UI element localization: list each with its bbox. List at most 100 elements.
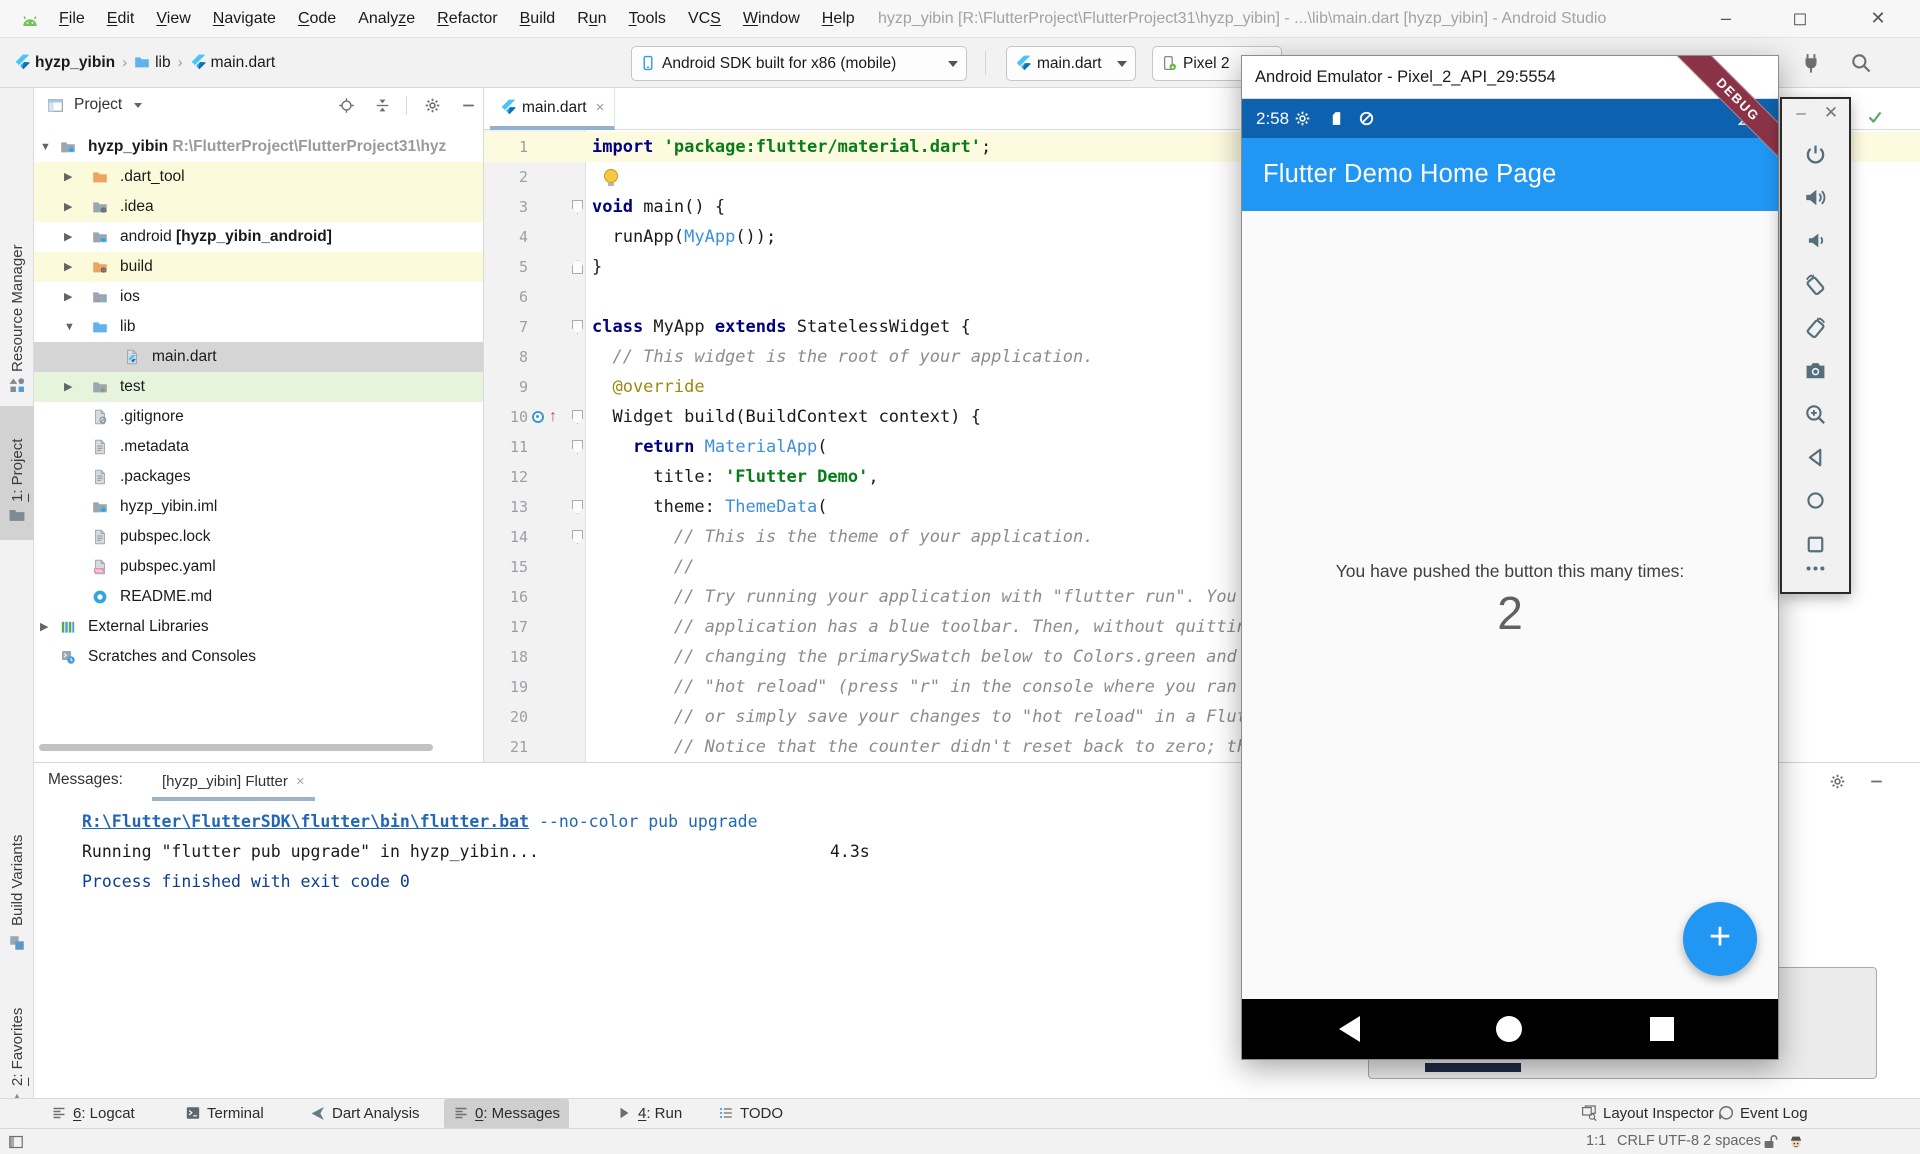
hide-panel-icon[interactable]	[1868, 773, 1885, 790]
back-button[interactable]	[1804, 446, 1827, 469]
status-utf-8[interactable]: UTF-8	[1658, 1129, 1699, 1154]
menu-window[interactable]: Window	[732, 0, 811, 38]
tree-item-build[interactable]: ▶build	[34, 252, 484, 282]
override-marker-icon[interactable]	[532, 411, 544, 423]
menu-vcs[interactable]: VCS	[677, 0, 732, 38]
tree-item-readme-md[interactable]: README.md	[34, 582, 484, 612]
menu-help[interactable]: Help	[811, 0, 866, 38]
tree-item-main-dart[interactable]: main.dart	[34, 342, 484, 372]
chevron-collapsed-icon[interactable]: ▶	[64, 372, 72, 402]
fab-add-button[interactable]: +	[1683, 902, 1757, 976]
fold-marker-icon[interactable]	[572, 410, 583, 424]
stripe-build-variants[interactable]: Build Variants	[0, 800, 34, 926]
window-maximize-icon[interactable]: ◻	[1778, 0, 1822, 38]
toolwindow-button-4-run[interactable]: 4: Run	[607, 1099, 691, 1129]
menu-analyze[interactable]: Analyze	[347, 0, 426, 38]
minimize-icon[interactable]: –	[1790, 103, 1812, 125]
menu-tools[interactable]: Tools	[618, 0, 677, 38]
tree-item-hyzp-yibin-iml[interactable]: hyzp_yibin.iml	[34, 492, 484, 522]
flutter-bat-link[interactable]: R:\Flutter\FlutterSDK\flutter\bin\flutte…	[82, 812, 529, 831]
screenshot-button[interactable]	[1804, 359, 1827, 382]
project-panel-title[interactable]: Project	[74, 88, 122, 122]
toolwindow-button-6-logcat[interactable]: 6: Logcat	[42, 1099, 144, 1129]
menu-refactor[interactable]: Refactor	[426, 0, 508, 38]
overview-button[interactable]	[1804, 533, 1827, 556]
tree-item-hyzp-yibin[interactable]: ▼hyzp_yibin R:\FlutterProject\FlutterPro…	[34, 132, 484, 162]
device-selector-dropdown[interactable]: Android SDK built for x86 (mobile)	[631, 46, 967, 81]
close-icon[interactable]: ✕	[1820, 103, 1842, 125]
toolwindow-toggle-icon[interactable]	[8, 1134, 24, 1150]
breadcrumb-lib[interactable]: lib	[134, 54, 171, 71]
chevron-expanded-icon[interactable]: ▼	[40, 132, 51, 162]
search-everywhere-icon[interactable]	[1850, 52, 1872, 74]
menu-code[interactable]: Code	[287, 0, 347, 38]
tree-item-packages[interactable]: .packages	[34, 462, 484, 492]
chevron-collapsed-icon[interactable]: ▶	[64, 252, 72, 282]
status-2-spaces[interactable]: 2 spaces	[1703, 1129, 1761, 1154]
tree-item-dart-tool[interactable]: ▶.dart_tool	[34, 162, 484, 192]
tree-item-gitignore[interactable]: .gitignore	[34, 402, 484, 432]
menu-view[interactable]: View	[145, 0, 201, 38]
tree-item-lib[interactable]: ▼lib	[34, 312, 484, 342]
stripe-2-favorites[interactable]: 2: Favorites	[0, 990, 34, 1086]
menu-run[interactable]: Run	[566, 0, 617, 38]
chevron-collapsed-icon[interactable]: ▶	[64, 162, 72, 192]
chevron-down-icon[interactable]	[134, 103, 142, 108]
stripe-1-project[interactable]: 1: Project	[0, 414, 34, 502]
overview-button[interactable]	[1650, 1017, 1674, 1041]
rotate-right-button[interactable]	[1804, 316, 1827, 339]
toolwindow-button-terminal[interactable]: Terminal	[176, 1099, 273, 1129]
collapse-all-icon[interactable]	[374, 97, 391, 114]
tree-item-pubspec-yaml[interactable]: YMLpubspec.yaml	[34, 552, 484, 582]
rotate-left-button[interactable]	[1804, 273, 1827, 296]
tree-item-metadata[interactable]: .metadata	[34, 432, 484, 462]
tree-item-pubspec-lock[interactable]: pubspec.lock	[34, 522, 484, 552]
stripe-resource-manager[interactable]: Resource Manager	[0, 192, 34, 372]
status-1-1[interactable]: 1:1	[1586, 1129, 1606, 1154]
hide-panel-icon[interactable]	[460, 97, 477, 114]
toolwindow-button-0-messages[interactable]: 0: Messages	[444, 1099, 569, 1129]
fold-marker-icon[interactable]	[572, 500, 583, 514]
tree-item-external-libraries[interactable]: ▶External Libraries	[34, 612, 484, 642]
chevron-collapsed-icon[interactable]: ▶	[40, 612, 48, 642]
fold-marker-icon[interactable]	[572, 440, 583, 454]
intention-bulb-icon[interactable]	[604, 169, 618, 183]
horizontal-scrollbar[interactable]	[39, 744, 433, 751]
fold-marker-icon[interactable]	[572, 320, 583, 334]
zoom-button[interactable]	[1804, 403, 1827, 426]
menu-edit[interactable]: Edit	[96, 0, 146, 38]
window-close-icon[interactable]: ✕	[1856, 0, 1900, 38]
chevron-collapsed-icon[interactable]: ▶	[64, 282, 72, 312]
toolwindow-button-todo[interactable]: TODO	[709, 1099, 792, 1129]
menu-build[interactable]: Build	[509, 0, 567, 38]
inspections-profile-icon[interactable]	[1788, 1134, 1804, 1150]
volume-down-button[interactable]	[1804, 229, 1827, 252]
build-variants-icon[interactable]	[8, 934, 26, 952]
tree-item-scratches-and-consoles[interactable]: Scratches and Consoles	[34, 642, 484, 672]
tool-project-icon[interactable]	[8, 506, 26, 524]
status-crlf[interactable]: CRLF	[1617, 1129, 1655, 1154]
locate-file-icon[interactable]	[338, 97, 355, 114]
tree-item-test[interactable]: ▶test	[34, 372, 484, 402]
attach-debugger-icon[interactable]	[1800, 52, 1822, 74]
window-minimize-icon[interactable]: –	[1704, 0, 1748, 38]
tree-item-android[interactable]: ▶android [hyzp_yibin_android]	[34, 222, 484, 252]
close-tab-icon[interactable]: ×	[596, 99, 605, 116]
chevron-collapsed-icon[interactable]: ▶	[64, 192, 72, 222]
tree-item-idea[interactable]: ▶.idea	[34, 192, 484, 222]
toolwindow-button-layout-inspector[interactable]: Layout Inspector	[1572, 1099, 1723, 1129]
volume-up-button[interactable]	[1804, 186, 1827, 209]
power-button[interactable]	[1804, 143, 1827, 166]
resource-manager-icon[interactable]	[8, 376, 26, 394]
breadcrumb-main-dart[interactable]: main.dart	[190, 54, 276, 71]
toolwindow-button-dart-analysis[interactable]: Dart Analysis	[301, 1099, 429, 1129]
fold-marker-icon[interactable]	[572, 260, 583, 274]
tree-item-ios[interactable]: ▶ios	[34, 282, 484, 312]
toolwindow-button-event-log[interactable]: Event Log	[1709, 1099, 1817, 1129]
tab-main-dart[interactable]: main.dart×	[490, 88, 615, 130]
back-button[interactable]	[1339, 1016, 1360, 1042]
menu-file[interactable]: File	[48, 0, 96, 38]
gear-icon[interactable]	[1829, 773, 1846, 790]
home-button[interactable]	[1496, 1016, 1522, 1042]
gear-icon[interactable]	[424, 97, 441, 114]
